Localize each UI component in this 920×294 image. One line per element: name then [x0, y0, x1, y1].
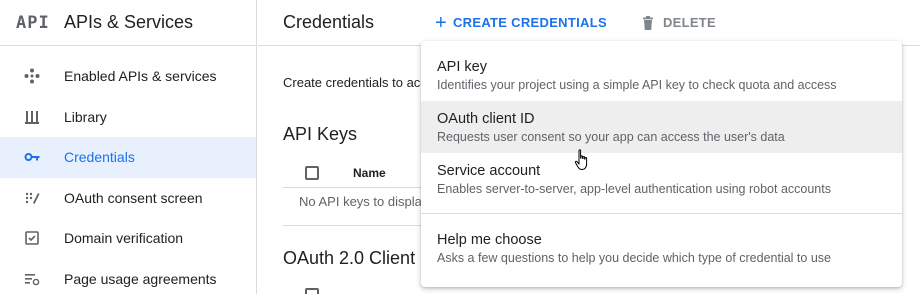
- menu-item-service-account[interactable]: Service account Enables server-to-server…: [421, 153, 902, 205]
- menu-item-description: Enables server-to-server, app-level auth…: [437, 181, 831, 196]
- create-credentials-menu: API key Identifies your project using a …: [421, 41, 902, 287]
- menu-item-api-key[interactable]: API key Identifies your project using a …: [421, 49, 902, 101]
- menu-item-title: OAuth client ID: [437, 110, 535, 127]
- sidebar-item-label: Domain verification: [64, 230, 184, 247]
- menu-divider: [421, 213, 902, 214]
- sidebar-item-label: Enabled APIs & services: [64, 68, 217, 85]
- oauth-clients-heading: OAuth 2.0 Client I: [283, 248, 426, 268]
- sidebar-item-label: Page usage agreements: [64, 270, 217, 287]
- menu-item-title: Help me choose: [437, 231, 542, 248]
- sidebar-item-page-usage[interactable]: Page usage agreements: [0, 259, 256, 294]
- hand-pointer-icon: [574, 149, 588, 171]
- intro-text: Create credentials to acc: [283, 75, 427, 90]
- sidebar-item-label: Library: [64, 108, 107, 125]
- enabled-apis-icon: [0, 68, 64, 84]
- delete-button[interactable]: DELETE: [641, 15, 716, 30]
- create-credentials-button[interactable]: + CREATE CREDENTIALS: [435, 13, 607, 33]
- api-logo[interactable]: API: [0, 13, 64, 33]
- delete-label: DELETE: [662, 15, 717, 30]
- library-icon: [0, 109, 64, 125]
- api-keys-heading: API Keys: [283, 124, 358, 144]
- key-icon: [0, 149, 64, 165]
- list-settings-icon: [0, 271, 64, 287]
- menu-item-description: Identifies your project using a simple A…: [437, 77, 837, 92]
- create-credentials-label: CREATE CREDENTIALS: [452, 15, 607, 30]
- sidebar-item-oauth-consent[interactable]: OAuth consent screen: [0, 178, 256, 219]
- checkbox-verified-icon: [0, 230, 64, 246]
- sidebar-item-domain-verification[interactable]: Domain verification: [0, 218, 256, 259]
- menu-item-oauth-client-id[interactable]: OAuth client ID Requests user consent so…: [421, 101, 902, 153]
- menu-item-help-me-choose[interactable]: Help me choose Asks a few questions to h…: [421, 222, 902, 274]
- api-keys-empty-message: No API keys to displa: [299, 194, 422, 209]
- sidebar-header: API APIs & Services: [0, 0, 256, 46]
- plus-icon: +: [435, 11, 447, 34]
- trash-icon: [642, 15, 653, 30]
- sidebar: API APIs & Services Enabled APIs & servi…: [0, 0, 257, 294]
- sidebar-item-label: OAuth consent screen: [64, 189, 203, 206]
- menu-item-title: API key: [437, 58, 487, 75]
- menu-item-title: Service account: [437, 162, 541, 179]
- menu-item-description: Requests user consent so your app can ac…: [437, 129, 785, 144]
- sidebar-nav: Enabled APIs & services Library Credenti…: [0, 46, 256, 294]
- menu-item-description: Asks a few questions to help you decide …: [437, 250, 831, 265]
- column-header-name[interactable]: Name: [353, 166, 386, 180]
- sidebar-item-credentials[interactable]: Credentials: [0, 137, 256, 178]
- select-all-checkbox[interactable]: [305, 288, 319, 294]
- select-all-checkbox[interactable]: [305, 165, 319, 180]
- toolbar: Credentials + CREATE CREDENTIALS DELETE: [258, 0, 920, 46]
- page-title: Credentials: [283, 12, 375, 32]
- sidebar-item-enabled-apis[interactable]: Enabled APIs & services: [0, 56, 256, 97]
- sidebar-item-label: Credentials: [64, 149, 135, 166]
- sidebar-item-library[interactable]: Library: [0, 97, 256, 138]
- consent-screen-icon: [0, 190, 64, 206]
- sidebar-title[interactable]: APIs & Services: [64, 12, 193, 33]
